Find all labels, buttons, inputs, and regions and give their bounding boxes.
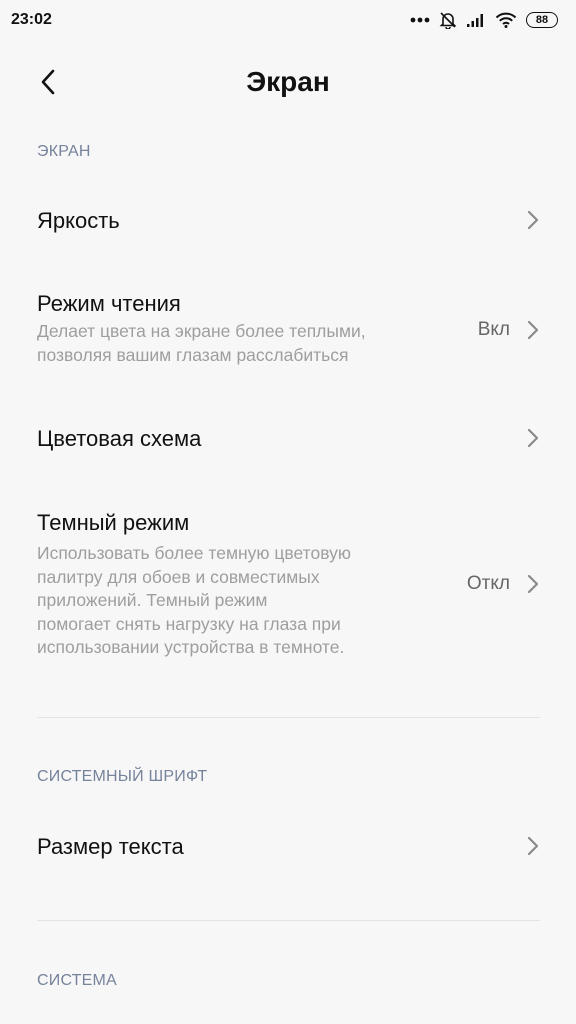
- status-icons: 88: [410, 11, 558, 29]
- reading-mode-title: Режим чтения: [37, 291, 181, 316]
- more-dots-icon: [410, 16, 430, 24]
- color-scheme-title: Цветовая схема: [37, 426, 202, 451]
- dark-mode-item[interactable]: Темный режим Использовать более темную ц…: [0, 495, 576, 675]
- wifi-icon: [495, 12, 517, 28]
- brightness-item[interactable]: Яркость: [0, 180, 576, 260]
- reading-mode-value: Вкл: [477, 319, 510, 340]
- color-scheme-item[interactable]: Цветовая схема: [0, 400, 576, 480]
- section-header-system-font: СИСТЕМНЫЙ ШРИФТ: [37, 768, 208, 785]
- dark-mode-value: Откл: [466, 573, 510, 594]
- reading-mode-subtitle: Делает цвета на экране более теплыми, по…: [37, 321, 366, 365]
- text-size-title: Размер текста: [37, 834, 184, 859]
- status-time: 23:02: [11, 11, 52, 28]
- brightness-title: Яркость: [37, 208, 120, 233]
- dark-mode-title: Темный режим: [37, 510, 190, 535]
- divider: [37, 920, 540, 921]
- page-title: Экран: [246, 66, 330, 97]
- section-header-screen: ЭКРАН: [37, 143, 91, 160]
- dark-mode-subtitle: Использовать более темную цветовую палит…: [37, 543, 351, 657]
- chevron-right-icon: [527, 574, 539, 594]
- alarm-off-icon: [439, 11, 457, 29]
- chevron-right-icon: [527, 210, 539, 230]
- status-bar: 23:02 88: [0, 0, 576, 40]
- chevron-right-icon: [527, 320, 539, 340]
- app-bar: Экран: [0, 50, 576, 114]
- chevron-right-icon: [527, 428, 539, 448]
- signal-icon: [466, 12, 486, 28]
- divider: [37, 717, 540, 718]
- section-header-system: СИСТЕМА: [37, 972, 117, 989]
- chevron-right-icon: [527, 836, 539, 856]
- text-size-item[interactable]: Размер текста: [0, 806, 576, 886]
- reading-mode-item[interactable]: Режим чтения Делает цвета на экране боле…: [0, 275, 576, 385]
- battery-icon: 88: [526, 12, 558, 28]
